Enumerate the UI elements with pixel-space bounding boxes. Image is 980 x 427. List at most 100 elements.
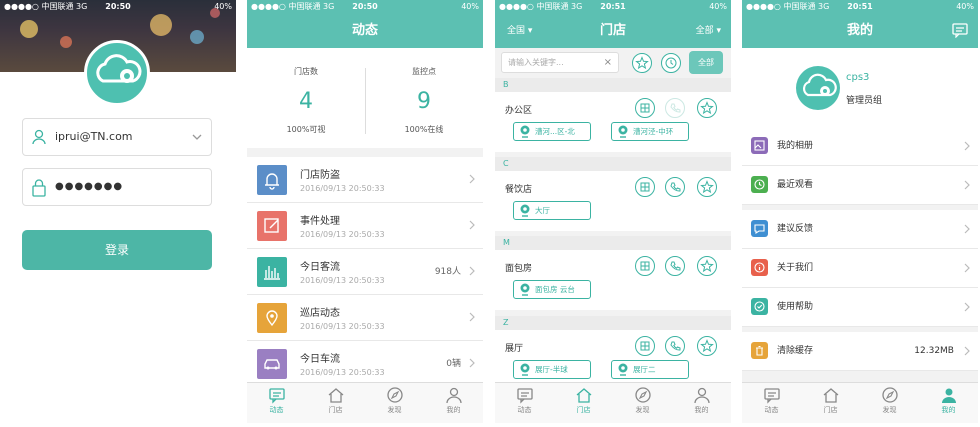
camera-chip[interactable]: 面包房 云台 xyxy=(513,280,591,299)
home-icon xyxy=(822,386,840,404)
phone-icon[interactable] xyxy=(665,256,685,276)
tab-label: 动态 xyxy=(764,406,779,414)
chevron-right-icon xyxy=(469,312,475,322)
all-filter-button[interactable]: 全部 xyxy=(689,51,723,74)
monitor-count-stat[interactable]: 监控点 9 100%在线 xyxy=(365,48,483,148)
user-icon xyxy=(31,129,47,145)
category-filter[interactable]: 全部 ▾ xyxy=(696,14,721,48)
store-name: 办公区 xyxy=(505,106,533,116)
phone-icon[interactable] xyxy=(665,177,685,197)
chevron-down-icon[interactable] xyxy=(191,131,203,143)
tab-discover[interactable]: 发现 xyxy=(613,383,672,423)
tab-discover[interactable]: 发现 xyxy=(860,383,919,423)
store-item-restaurant[interactable]: 餐饮店 大厅 xyxy=(495,171,731,231)
star-icon[interactable] xyxy=(697,98,717,118)
message-icon xyxy=(516,386,534,404)
menu-group-2: 建议反馈 关于我们 使用帮助 xyxy=(742,210,978,327)
tab-stores[interactable]: 门店 xyxy=(306,383,365,423)
feed-row-patrol[interactable]: 巡店动态 2016/09/13 20:50:33 xyxy=(247,295,483,341)
nav-bar: 动态 xyxy=(247,14,483,48)
car-icon xyxy=(257,349,287,379)
store-name: 餐饮店 xyxy=(505,185,533,195)
username-field[interactable]: iprui@TN.com xyxy=(22,118,212,156)
profile-header[interactable]: cps3 管理员组 xyxy=(742,48,978,130)
feed-title: 事件处理 xyxy=(300,216,340,227)
store-item-bakery[interactable]: 面包房 面包房 云台 xyxy=(495,250,731,310)
star-icon[interactable] xyxy=(697,256,717,276)
grid-icon[interactable] xyxy=(635,177,655,197)
tab-label: 发现 xyxy=(882,406,897,414)
menu-item-album[interactable]: 我的相册 xyxy=(742,127,978,166)
user-name: cps3 xyxy=(846,72,870,83)
chevron-right-icon xyxy=(964,302,970,312)
camera-chip[interactable]: 大厅 xyxy=(513,201,591,220)
camera-chip[interactable]: 漕河泾-中环 xyxy=(611,122,689,141)
tab-activity[interactable]: 动态 xyxy=(495,383,554,423)
chevron-right-icon xyxy=(964,224,970,234)
store-count-stat[interactable]: 门店数 4 100%可视 xyxy=(247,48,365,148)
tab-label: 门店 xyxy=(328,406,343,414)
camera-icon xyxy=(519,283,531,296)
stat-label: 门店数 xyxy=(294,67,318,76)
login-button[interactable]: 登录 xyxy=(22,230,212,270)
person-icon xyxy=(445,386,463,404)
tab-stores[interactable]: 门店 xyxy=(554,383,613,423)
chevron-right-icon xyxy=(964,180,970,190)
store-item-office[interactable]: 办公区 漕河...区-北 漕河泾-中环 xyxy=(495,92,731,152)
camera-chip[interactable]: 展厅二 xyxy=(611,360,689,379)
tab-label: 我的 xyxy=(694,406,709,414)
search-placeholder: 请输入关键字... xyxy=(508,58,564,67)
search-bar: 请输入关键字... × 全部 xyxy=(495,48,731,78)
menu-item-feedback[interactable]: 建议反馈 xyxy=(742,210,978,249)
phone-icon[interactable] xyxy=(665,98,685,118)
section-header: Z xyxy=(495,316,731,330)
menu-item-recent[interactable]: 最近观看 xyxy=(742,166,978,205)
stat-sub: 100%在线 xyxy=(404,125,444,134)
avatar xyxy=(796,66,840,110)
star-icon[interactable] xyxy=(697,177,717,197)
clock-icon xyxy=(751,176,768,193)
grid-icon[interactable] xyxy=(635,98,655,118)
store-item-showroom[interactable]: 展厅 展厅-半球 展厅二 xyxy=(495,330,731,386)
menu-label: 我的相册 xyxy=(777,141,814,151)
menu-label: 关于我们 xyxy=(777,263,814,273)
feed-row-theft[interactable]: 门店防盗 2016/09/13 20:50:33 xyxy=(247,157,483,203)
feed-row-traffic[interactable]: 今日客流 2016/09/13 20:50:33 918人 xyxy=(247,249,483,295)
menu-item-clear-cache[interactable]: 清除缓存 12.32MB xyxy=(742,332,978,371)
camera-icon xyxy=(519,363,531,376)
tab-me[interactable]: 我的 xyxy=(672,383,731,423)
tab-activity[interactable]: 动态 xyxy=(742,383,801,423)
password-field[interactable]: ●●●●●●● xyxy=(22,168,212,206)
grid-icon[interactable] xyxy=(635,336,655,356)
tab-activity[interactable]: 动态 xyxy=(247,383,306,423)
tab-discover[interactable]: 发现 xyxy=(365,383,424,423)
feed-row-event[interactable]: 事件处理 2016/09/13 20:50:33 xyxy=(247,203,483,249)
camera-chip[interactable]: 漕河...区-北 xyxy=(513,122,591,141)
activity-feed: 门店防盗 2016/09/13 20:50:33 事件处理 2016/09/13… xyxy=(247,157,483,387)
home-icon xyxy=(575,386,593,404)
tab-bar: 动态 门店 发现 我的 xyxy=(247,382,483,423)
camera-chip[interactable]: 展厅-半球 xyxy=(513,360,591,379)
status-bar: ●●●●○ 中国联通 3G 20:50 40% xyxy=(247,0,483,14)
recent-filter-button[interactable] xyxy=(661,53,681,73)
person-icon xyxy=(940,386,958,404)
message-icon[interactable] xyxy=(952,23,968,38)
feed-row-cars[interactable]: 今日车流 2016/09/13 20:50:33 0辆 xyxy=(247,341,483,387)
star-icon[interactable] xyxy=(697,336,717,356)
profile-screen: ●●●●○ 中国联通 3G 20:51 40% 我的 cps3 管理员组 我的相… xyxy=(742,0,978,423)
search-input[interactable]: 请输入关键字... × xyxy=(501,52,619,73)
password-value: ●●●●●●● xyxy=(55,181,124,192)
tab-stores[interactable]: 门店 xyxy=(801,383,860,423)
favorite-filter-button[interactable] xyxy=(632,53,652,73)
tab-me[interactable]: 我的 xyxy=(424,383,483,423)
chevron-right-icon xyxy=(964,346,970,356)
menu-item-help[interactable]: 使用帮助 xyxy=(742,288,978,327)
phone-icon[interactable] xyxy=(665,336,685,356)
grid-icon[interactable] xyxy=(635,256,655,276)
clear-icon[interactable]: × xyxy=(604,53,612,72)
feed-title: 今日客流 xyxy=(300,262,340,273)
feed-time: 2016/09/13 20:50:33 xyxy=(300,230,385,239)
menu-item-about[interactable]: 关于我们 xyxy=(742,249,978,288)
store-name: 面包房 xyxy=(505,264,533,274)
tab-me[interactable]: 我的 xyxy=(919,383,978,423)
